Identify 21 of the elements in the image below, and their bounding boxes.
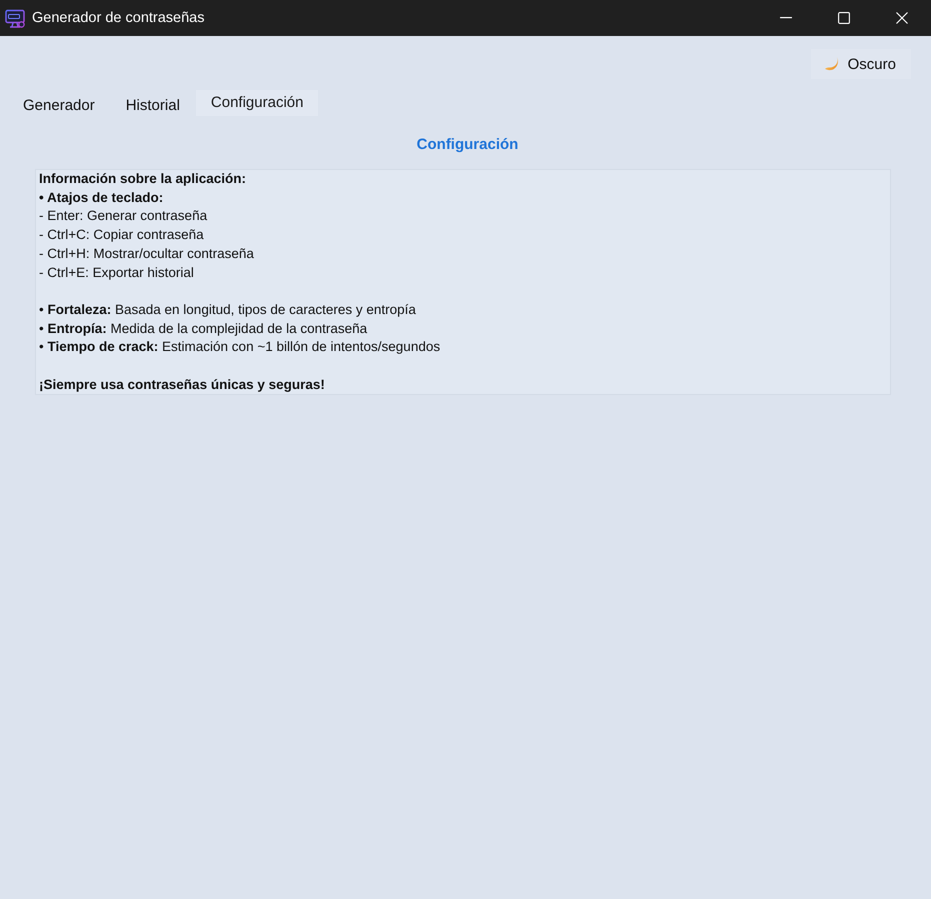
info-line: - Enter: Generar contraseña bbox=[39, 207, 208, 226]
info-line: • Entropía: Medida de la complejidad de la contraseña bbox=[39, 320, 368, 338]
window-title: Generador de contraseñas bbox=[32, 10, 204, 26]
section-title: Configuración bbox=[416, 135, 520, 155]
maximize-icon bbox=[838, 12, 850, 24]
close-icon bbox=[896, 12, 908, 24]
info-line: - Ctrl+C: Copiar contraseña bbox=[39, 226, 205, 244]
section-heading: • Atajos de teclado: bbox=[39, 188, 164, 207]
info-line: - Ctrl+E: Exportar historial bbox=[39, 264, 195, 282]
minimize-icon bbox=[780, 17, 792, 19]
monitor-icon bbox=[5, 8, 25, 28]
info-line: • Fortaleza: Basada en longitud, tipos de caracteres y entropía bbox=[39, 300, 417, 319]
tab[interactable]: Historial bbox=[110, 90, 195, 118]
info-line: • Tiempo de crack: Estimación con ~1 billón de intentos/segundos bbox=[39, 338, 442, 356]
tab[interactable]: Generador bbox=[8, 90, 110, 118]
info-line: - Ctrl+H: Mostrar/ocultar contraseña bbox=[39, 244, 255, 263]
crescent-moon-icon bbox=[824, 57, 839, 71]
info-title: Información sobre la aplicación: bbox=[39, 170, 248, 188]
tip-text: ¡Siempre usa contraseñas únicas y seguras! bbox=[39, 376, 326, 394]
tab[interactable]: Configuración bbox=[196, 90, 318, 116]
theme-toggle-button[interactable]: Oscuro bbox=[810, 49, 911, 79]
